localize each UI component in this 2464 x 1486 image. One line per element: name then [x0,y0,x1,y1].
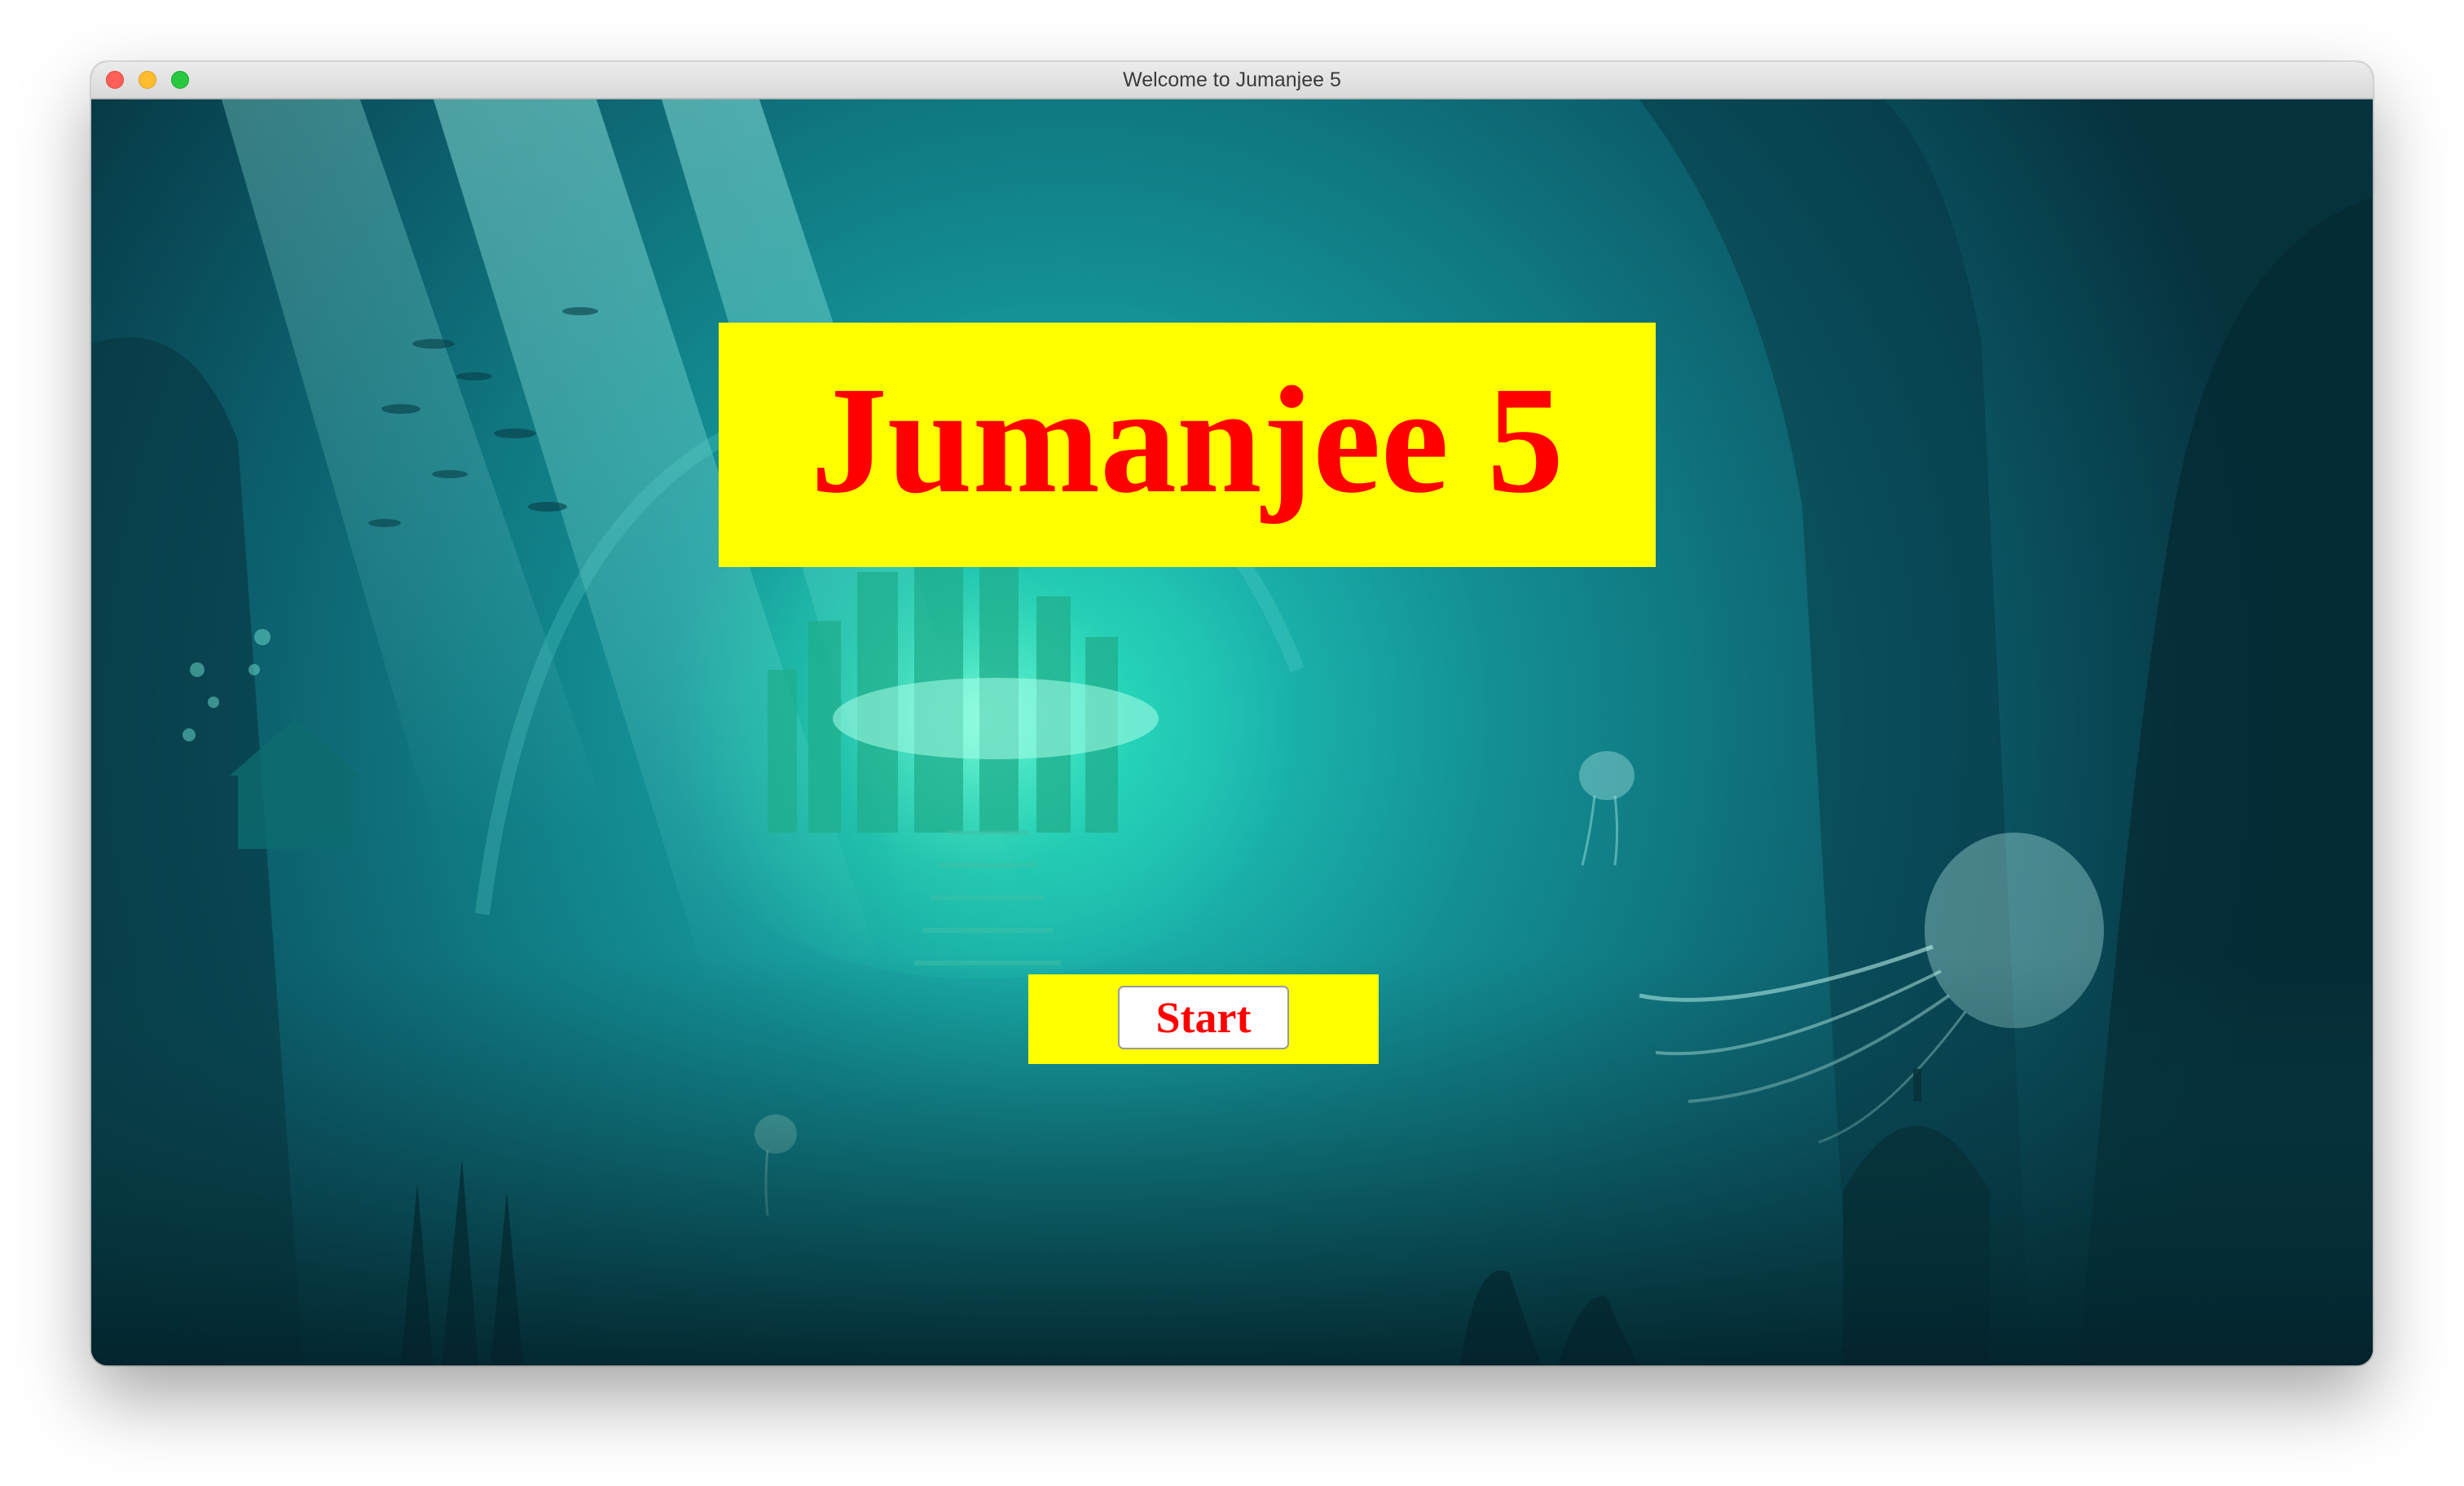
start-button[interactable]: Start [1118,986,1289,1049]
underwater-background: Jumanjee 5 Start [91,99,2373,1365]
start-panel: Start [1028,974,1379,1064]
glowing-canopy [833,678,1159,759]
window-title: Welcome to Jumanjee 5 [1123,68,1341,91]
title-bar[interactable]: Welcome to Jumanjee 5 [91,62,2373,99]
app-window: Welcome to Jumanjee 5 Jumanjee 5 Start [91,62,2373,1365]
title-banner: Jumanjee 5 [719,323,1656,567]
game-title: Jumanjee 5 [810,354,1564,525]
background-illustration [91,99,2373,1365]
